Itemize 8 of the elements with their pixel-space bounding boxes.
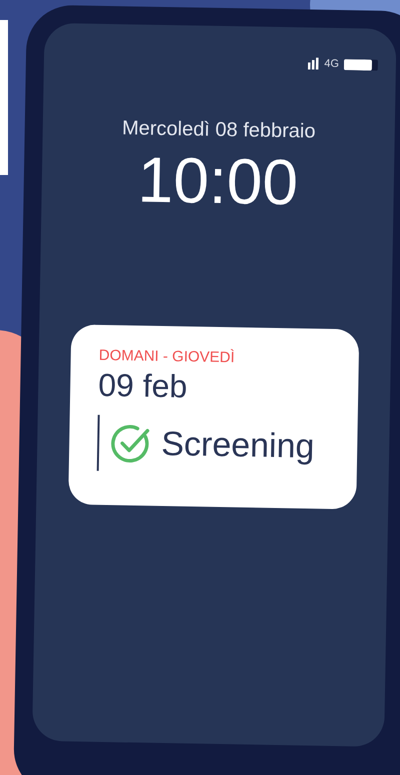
notification-label: DOMANI - GIOVEDÌ <box>98 345 236 368</box>
lock-date: Mercoledì 08 febbraio <box>122 116 316 144</box>
battery-icon <box>344 58 378 70</box>
notification-date: 09 feb <box>98 366 189 406</box>
signal-icon <box>308 58 320 70</box>
network-label: 4G <box>324 56 340 72</box>
lock-time: 10:00 <box>137 143 299 218</box>
event-title: Screening <box>160 423 315 468</box>
